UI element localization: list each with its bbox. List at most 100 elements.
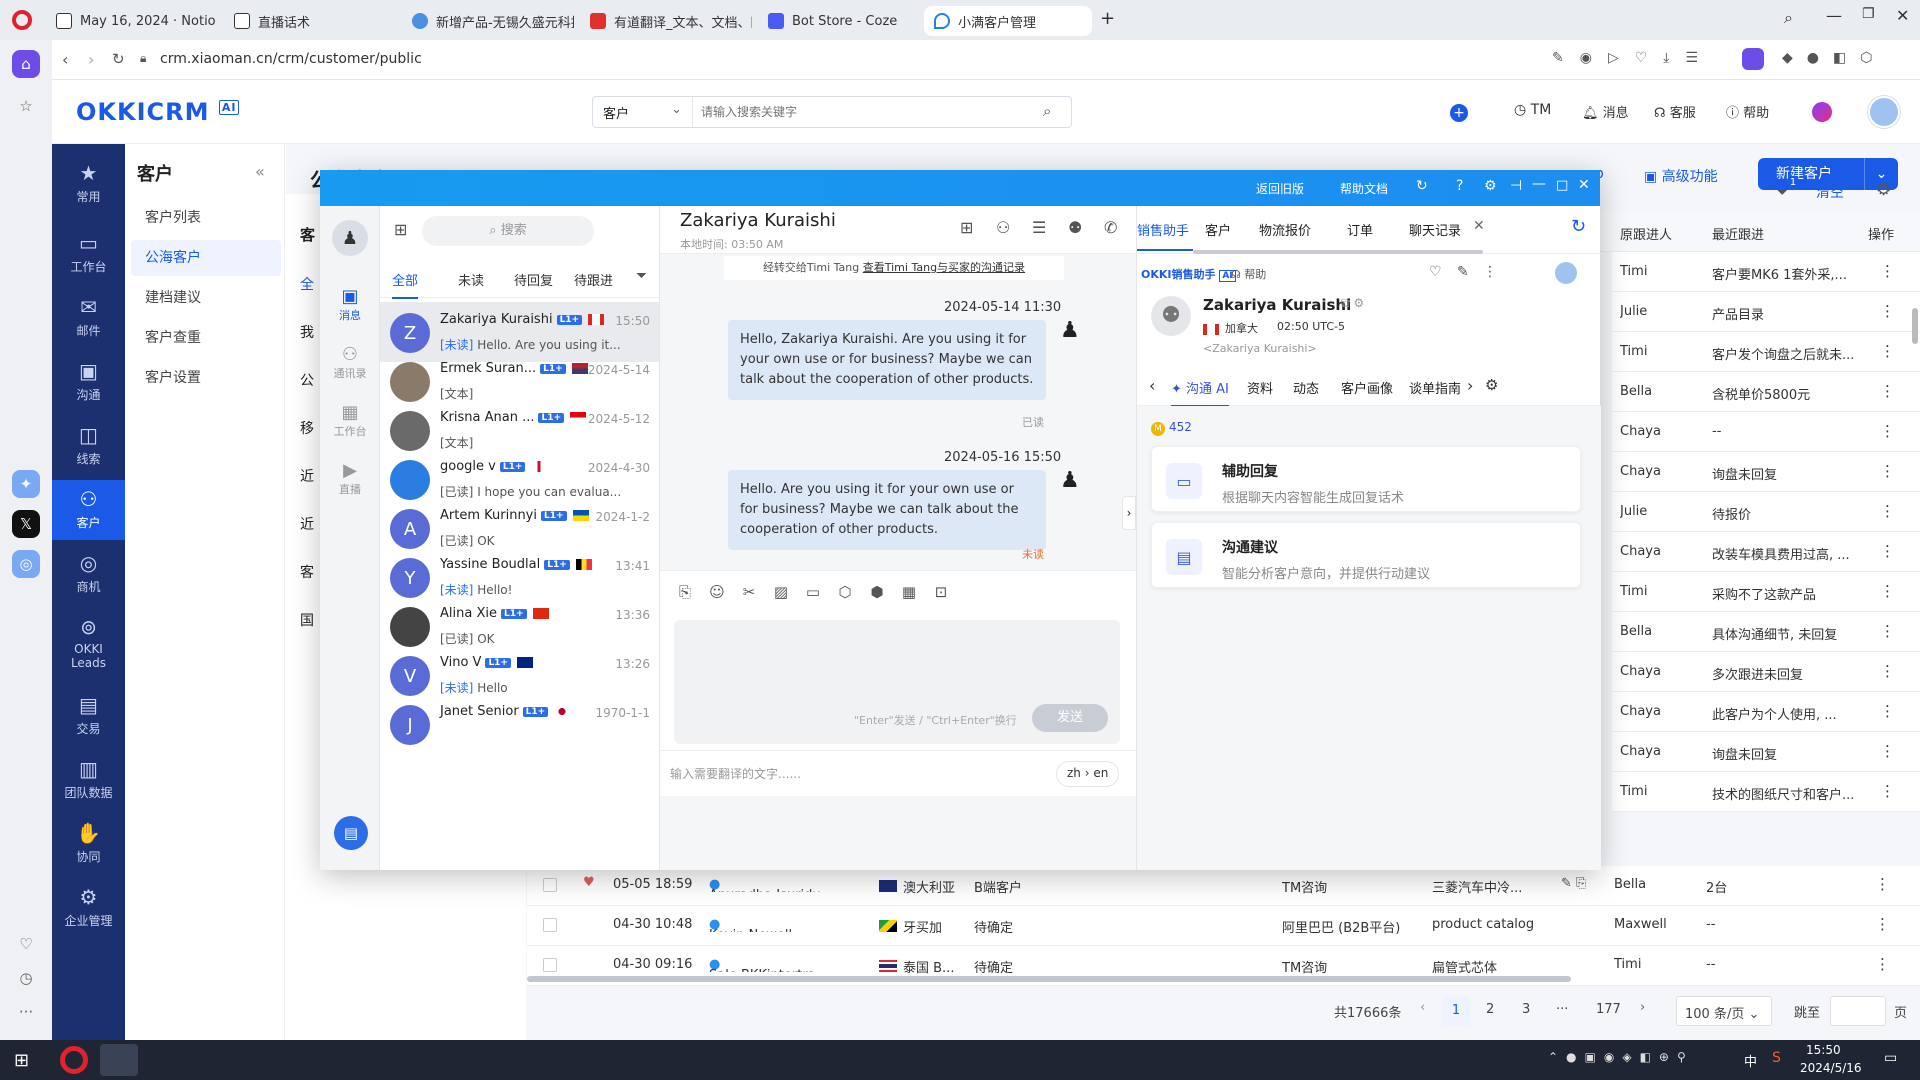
cell-name[interactable]: Sale BKKintertra... ● <box>709 957 859 972</box>
more-icon[interactable]: ⋮ <box>1483 264 1497 280</box>
row-more-icon[interactable]: ⋮ <box>1875 875 1890 893</box>
table-row[interactable]: Julie 待报价 ⋮ <box>1612 492 1920 532</box>
page-1-button[interactable]: 1 <box>1442 996 1470 1026</box>
forward-icon[interactable]: › <box>88 50 94 69</box>
table-row[interactable]: Chaya -- ⋮ <box>1612 412 1920 452</box>
more-icon[interactable]: ··· <box>12 998 40 1026</box>
rail-messages[interactable]: ▣ 消息 <box>320 286 380 323</box>
notification-icon[interactable]: ▭ <box>1884 1050 1897 1066</box>
table-row[interactable]: Julie 产品目录 ⋮ <box>1612 292 1920 332</box>
submenu-settings[interactable]: 客户设置 <box>131 360 281 396</box>
message-bubble-1[interactable]: Hello, Zakariya Kuraishi. Are you using … <box>728 320 1046 400</box>
nav-trade[interactable]: ▤ 交易 <box>52 694 125 737</box>
browser-tab-notion[interactable]: May 16, 2024 · Notion C <box>46 6 216 36</box>
submenu-customer-list[interactable]: 客户列表 <box>131 200 281 236</box>
heart-icon[interactable]: ♡ <box>1429 264 1442 280</box>
row-more-icon[interactable]: ⋮ <box>1880 342 1895 360</box>
table-row[interactable]: Bella 含税单价5800元 ⋮ <box>1612 372 1920 412</box>
row-more-icon[interactable]: ⋮ <box>1880 462 1895 480</box>
phone-icon[interactable]: ✆ <box>1104 218 1117 237</box>
filter-tab-to-reply[interactable]: 待回复 <box>514 270 553 289</box>
page-size-select[interactable]: 100 条/页 ⌄ <box>1676 996 1772 1026</box>
prev-page-icon[interactable]: ‹ <box>1420 1000 1425 1015</box>
back-icon[interactable]: ‹ <box>62 50 68 69</box>
sougou-icon[interactable]: S <box>1772 1050 1781 1066</box>
row-more-icon[interactable]: ⋮ <box>1880 622 1895 640</box>
home-icon[interactable]: ⌂ <box>12 50 40 78</box>
subtab-ai[interactable]: ✦ 沟通 AI <box>1171 378 1229 407</box>
browser-tab-coze[interactable]: Bot Store - Coze <box>758 6 918 36</box>
scrollbar-vertical[interactable] <box>1912 308 1918 344</box>
row-more-icon[interactable]: ⋮ <box>1880 502 1895 520</box>
subtab-prev-icon[interactable]: ‹ <box>1149 376 1155 395</box>
row-more-icon[interactable]: ⋮ <box>1880 422 1895 440</box>
maximize-icon[interactable]: □ <box>1556 178 1568 193</box>
search-scope-select[interactable]: 客户 ⌄ <box>593 97 693 127</box>
search-icon[interactable]: ⌕ <box>1043 102 1051 120</box>
table-row[interactable]: Chaya 改装车模具费用过高, ... ⋮ <box>1612 532 1920 572</box>
list-icon[interactable]: ☰ <box>1032 218 1046 237</box>
compose-icon[interactable]: ⊞ <box>394 220 407 239</box>
advanced-features-link[interactable]: ▣ 高级功能 <box>1644 166 1718 186</box>
nav-admin[interactable]: ⚙ 企业管理 <box>52 886 125 929</box>
tab-customer[interactable]: 客户 <box>1205 220 1231 239</box>
close-icon[interactable]: ✕ <box>1578 177 1590 193</box>
next-page-icon[interactable]: › <box>1640 1000 1645 1015</box>
row-more-icon[interactable]: ⋮ <box>1880 382 1895 400</box>
rail-live[interactable]: ▶ 直播 <box>320 460 380 497</box>
tab-sales-assistant[interactable]: 销售助手 <box>1137 220 1193 251</box>
tab-chat-history[interactable]: 聊天记录 <box>1409 220 1461 239</box>
profile-icon[interactable]: ⚉ <box>1068 218 1082 237</box>
subtab-profile[interactable]: 资料 <box>1247 378 1273 397</box>
history-icon[interactable]: ◷ <box>12 964 40 992</box>
row-more-icon[interactable]: ⋮ <box>1880 262 1895 280</box>
submenu-dedupe[interactable]: 客户查重 <box>131 320 281 356</box>
help-docs-link[interactable]: 帮助文档 <box>1340 180 1388 197</box>
x-twitter-icon[interactable]: 𝕏 <box>12 510 40 538</box>
row-more-icon[interactable]: ⋮ <box>1880 302 1895 320</box>
box-icon[interactable]: ⬡ <box>834 581 856 603</box>
assist-reply-card[interactable]: ▭ 辅助回复 根据聊天内容智能生成回复话术 <box>1151 446 1581 512</box>
star-icon[interactable]: ☆ <box>12 92 40 120</box>
refresh-icon[interactable]: ↻ <box>1571 216 1586 237</box>
subtab-guide[interactable]: 谈单指南 <box>1409 378 1461 397</box>
funnel-icon[interactable]: ⏷ <box>636 268 647 284</box>
table-row[interactable]: Chaya 此客户为个人使用, ... ⋮ <box>1612 692 1920 732</box>
row-checkbox[interactable] <box>543 918 557 932</box>
table-row[interactable]: 04-30 10:48Kevin Newell ●牙买加待确定低价值客户阿里巴巴… <box>527 906 1920 946</box>
nav-leads[interactable]: ◫ 线索 <box>52 424 125 467</box>
app-icon[interactable]: ✦ <box>12 470 40 498</box>
help-icon[interactable]: ? <box>1456 178 1463 194</box>
table-row[interactable]: Timi 采购不了这款产品 ⋮ <box>1612 572 1920 612</box>
scissors-icon[interactable]: ✂ <box>738 581 760 603</box>
browser-tab-xiaoman[interactable]: 小满客户管理 <box>924 6 1092 36</box>
page-2-button[interactable]: 2 <box>1486 1002 1494 1017</box>
subtab-next-icon[interactable]: › <box>1467 376 1473 395</box>
row-more-icon[interactable]: ⋮ <box>1880 542 1895 560</box>
subtab-settings-icon[interactable]: ⚙ <box>1485 376 1498 394</box>
browser-tab-products[interactable]: 新增产品-无锡久盛元科技 <box>402 6 574 36</box>
filter-tab-unread[interactable]: 未读 <box>458 270 484 289</box>
user-avatar[interactable] <box>1868 96 1900 128</box>
ime-indicator[interactable]: 中 <box>1744 1051 1757 1070</box>
emoji-icon[interactable]: ☺ <box>706 581 728 603</box>
back-old-version-link[interactable]: 返回旧版 <box>1256 180 1304 197</box>
okki-logo[interactable]: OKKICRM AI <box>76 98 240 126</box>
edit-icon[interactable]: ✎ ⎘ <box>1561 876 1586 891</box>
row-checkbox[interactable] <box>543 958 557 972</box>
page-ellipsis[interactable]: ··· <box>1556 1002 1568 1017</box>
nav-team-data[interactable]: ▥ 团队数据 <box>52 758 125 801</box>
send-button[interactable]: 发送 <box>1032 704 1108 732</box>
service-button[interactable]: ☊ 客服 <box>1654 102 1696 121</box>
filter-tab-to-follow[interactable]: 待跟进 <box>574 270 613 289</box>
search-tabs-icon[interactable]: ⌕ <box>1784 8 1793 28</box>
cell-name[interactable]: Kevin Newell ● <box>709 917 859 932</box>
nav-mail[interactable]: ✉ 邮件 <box>52 296 125 339</box>
page-last-button[interactable]: 177 <box>1596 1002 1621 1017</box>
add-note-icon[interactable]: ⊞ <box>960 218 973 237</box>
folder-icon[interactable]: ▭ <box>802 581 824 603</box>
help-button[interactable]: ⓘ 帮助 <box>1726 102 1769 121</box>
row-more-icon[interactable]: ⋮ <box>1880 702 1895 720</box>
rail-workbench[interactable]: ▦ 工作台 <box>320 402 380 439</box>
copy-icon[interactable]: ⎘ <box>674 581 696 603</box>
